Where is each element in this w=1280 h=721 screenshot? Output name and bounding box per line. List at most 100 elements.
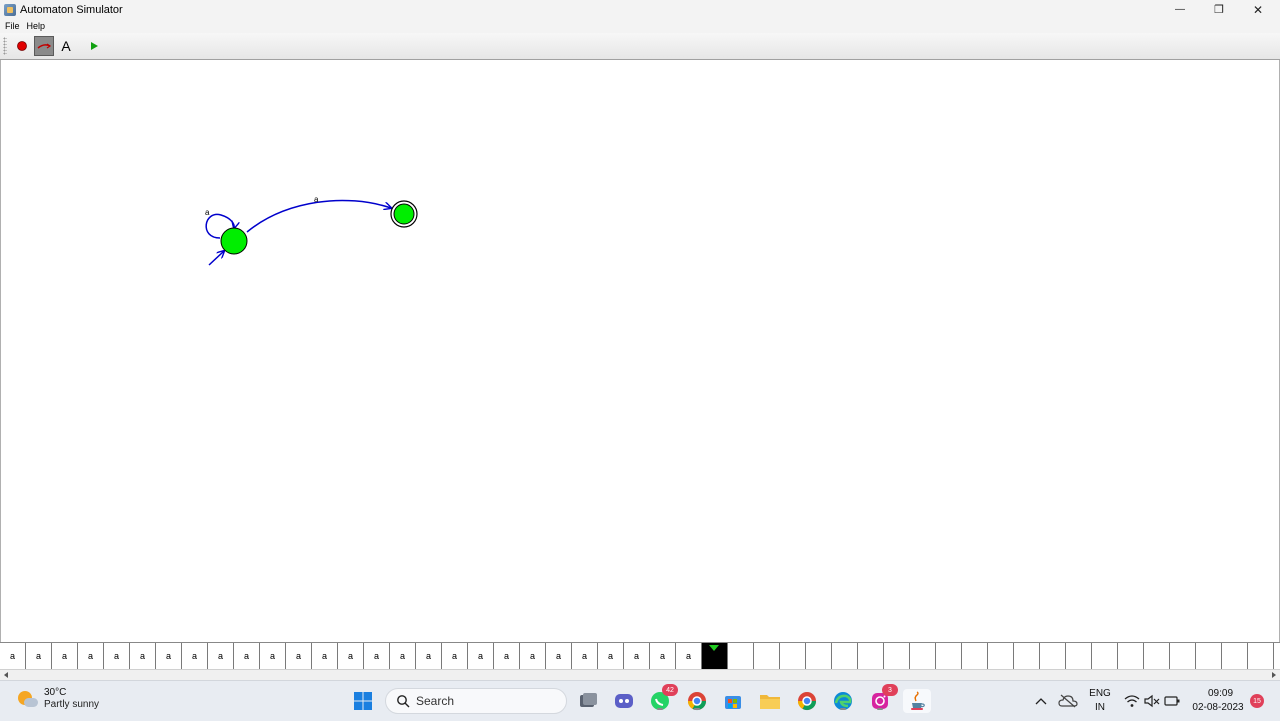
tape-cell[interactable]: a xyxy=(208,643,234,669)
text-tool[interactable]: A xyxy=(56,36,76,56)
tape-cell[interactable]: a xyxy=(182,643,208,669)
menu-file[interactable]: File xyxy=(5,21,20,31)
add-state-tool[interactable] xyxy=(12,36,32,56)
chrome-profile-button[interactable] xyxy=(685,689,709,713)
automaton-canvas[interactable]: a a xyxy=(0,60,1280,642)
clock-time[interactable]: 09:09 xyxy=(1208,688,1233,699)
edge-button[interactable] xyxy=(831,689,855,713)
tape-cell[interactable] xyxy=(780,643,806,669)
scroll-right-arrow[interactable] xyxy=(1272,672,1276,678)
tape-cell[interactable]: a xyxy=(442,643,468,669)
whatsapp-button[interactable]: 42 xyxy=(648,684,678,713)
tape-cell[interactable] xyxy=(1092,643,1118,669)
wifi-button[interactable] xyxy=(1122,689,1142,713)
tape-cell[interactable]: a xyxy=(520,643,546,669)
transition-q0-q1[interactable] xyxy=(246,199,391,233)
file-explorer-button[interactable] xyxy=(758,689,782,713)
tape-cell[interactable]: a xyxy=(468,643,494,669)
tape-cell[interactable] xyxy=(1144,643,1170,669)
start-button[interactable] xyxy=(351,689,375,713)
notification-count: 15 xyxy=(1253,697,1261,705)
menu-help[interactable]: Help xyxy=(27,21,46,31)
language-indicator-bottom[interactable]: IN xyxy=(1088,702,1112,713)
tape-symbol: a xyxy=(399,651,405,661)
volume-button[interactable] xyxy=(1142,689,1162,713)
tape-cell[interactable]: a xyxy=(572,643,598,669)
tape-cell[interactable]: a xyxy=(364,643,390,669)
tape-cell[interactable]: a xyxy=(390,643,416,669)
tape-cell[interactable] xyxy=(988,643,1014,669)
tape-cell[interactable] xyxy=(1196,643,1222,669)
weather-temperature: 30°C xyxy=(44,687,67,698)
tape-cell[interactable]: a xyxy=(624,643,650,669)
tape-cell-head[interactable] xyxy=(702,643,728,669)
state-q1[interactable] xyxy=(393,203,415,225)
tape-cell[interactable] xyxy=(1222,643,1248,669)
minimize-button[interactable]: — xyxy=(1160,0,1200,19)
add-transition-tool[interactable] xyxy=(34,36,54,56)
task-view-button[interactable] xyxy=(576,689,600,713)
initial-arrow xyxy=(208,251,224,266)
restore-button[interactable]: ❐ xyxy=(1199,0,1239,19)
input-tape[interactable]: aaaaaaaaaaaaaaaaaaaaaaaaaaa xyxy=(0,642,1280,670)
tape-cell[interactable]: a xyxy=(650,643,676,669)
tape-cell[interactable] xyxy=(754,643,780,669)
chrome-button[interactable] xyxy=(795,689,819,713)
tape-cell[interactable]: a xyxy=(0,643,26,669)
toolbar-grip-handle[interactable] xyxy=(3,37,7,55)
teams-button[interactable] xyxy=(612,689,636,713)
tape-cell[interactable]: a xyxy=(494,643,520,669)
tape-cell[interactable] xyxy=(1248,643,1274,669)
tape-cell[interactable] xyxy=(1066,643,1092,669)
tape-cell[interactable]: a xyxy=(676,643,702,669)
tape-cell[interactable]: a xyxy=(26,643,52,669)
tape-cell[interactable] xyxy=(936,643,962,669)
show-hidden-icons-button[interactable] xyxy=(1031,689,1051,713)
tape-cell[interactable]: a xyxy=(260,643,286,669)
tape-cell[interactable]: a xyxy=(130,643,156,669)
tape-cell[interactable]: a xyxy=(234,643,260,669)
battery-button[interactable] xyxy=(1162,689,1182,713)
tape-cell[interactable] xyxy=(1040,643,1066,669)
tape-cell[interactable]: a xyxy=(78,643,104,669)
tape-cell[interactable] xyxy=(1014,643,1040,669)
scroll-left-arrow[interactable] xyxy=(4,672,8,678)
clock-date[interactable]: 02-08-2023 xyxy=(1190,702,1246,713)
weather-widget[interactable]: 30°C Partly sunny xyxy=(16,687,99,710)
notification-badge[interactable]: 15 xyxy=(1250,694,1264,708)
instagram-button[interactable]: 3 xyxy=(868,684,898,713)
run-tool[interactable] xyxy=(84,36,104,56)
java-app-button[interactable] xyxy=(903,689,931,713)
tape-cell[interactable]: a xyxy=(104,643,130,669)
tape-cell[interactable] xyxy=(728,643,754,669)
taskbar-search[interactable]: Search xyxy=(385,688,567,714)
tape-cell[interactable]: a xyxy=(546,643,572,669)
minimize-icon: — xyxy=(1175,4,1185,15)
close-button[interactable]: ✕ xyxy=(1238,0,1278,19)
tape-cell[interactable]: a xyxy=(312,643,338,669)
tape-cell[interactable] xyxy=(910,643,936,669)
search-icon xyxy=(397,695,410,708)
tape-cell[interactable] xyxy=(884,643,910,669)
tape-cell[interactable] xyxy=(832,643,858,669)
tape-cell[interactable] xyxy=(1118,643,1144,669)
tape-cell[interactable]: a xyxy=(338,643,364,669)
tape-cell[interactable]: a xyxy=(416,643,442,669)
state-q0[interactable] xyxy=(220,227,248,255)
restore-icon: ❐ xyxy=(1214,4,1224,16)
tape-cell[interactable] xyxy=(962,643,988,669)
tape-cell[interactable] xyxy=(806,643,832,669)
language-indicator-top[interactable]: ENG xyxy=(1088,688,1112,699)
tape-cell[interactable]: a xyxy=(286,643,312,669)
onedrive-button[interactable] xyxy=(1057,689,1079,713)
tape-cell[interactable] xyxy=(858,643,884,669)
tape-symbol: a xyxy=(113,651,119,661)
tape-cell[interactable]: a xyxy=(52,643,78,669)
store-button[interactable] xyxy=(721,689,745,713)
tape-cell[interactable]: a xyxy=(598,643,624,669)
menu-bar: File Help xyxy=(0,19,1280,33)
taskbar: 30°C Partly sunny Search 42 3 ENG IN 09:… xyxy=(0,680,1280,721)
tape-cell[interactable]: a xyxy=(156,643,182,669)
tape-cell[interactable] xyxy=(1170,643,1196,669)
tape-symbol: a xyxy=(139,651,145,661)
